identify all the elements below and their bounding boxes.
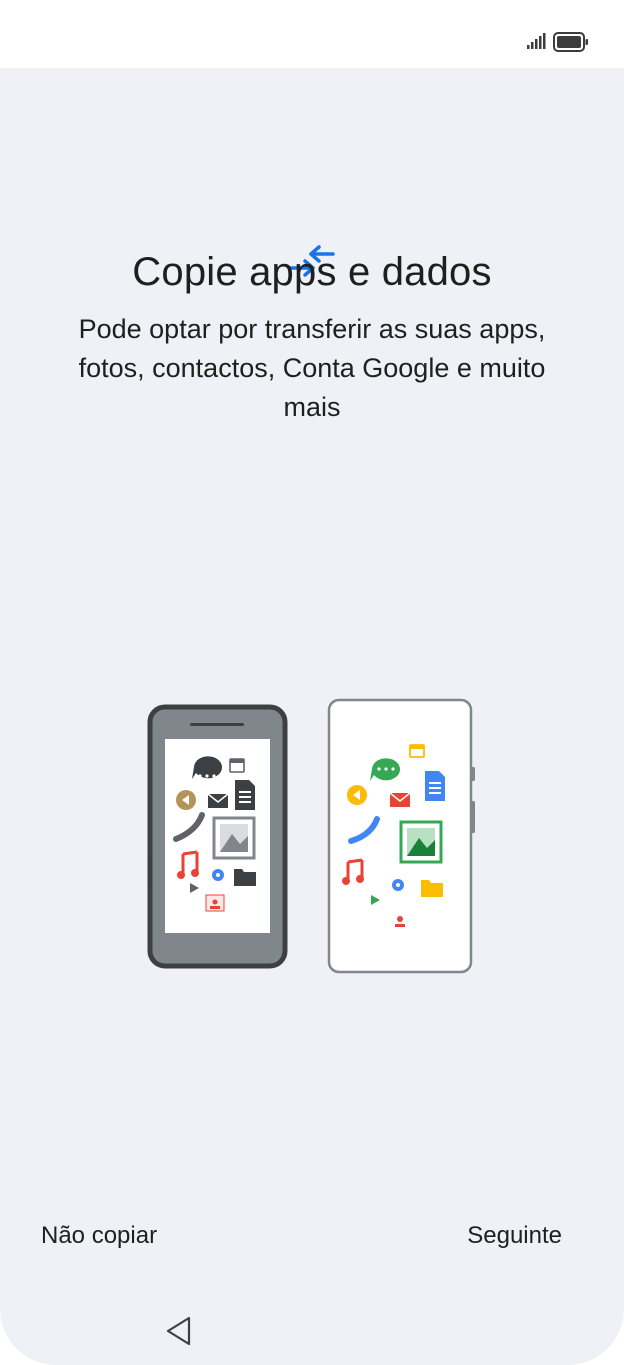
next-button[interactable]: Seguinte [467,1218,562,1254]
setup-sheet: Copie apps e dados Pode optar por transf… [0,68,624,1365]
back-triangle-icon[interactable] [165,1316,193,1346]
old-phone [147,704,288,969]
status-bar [0,0,624,68]
skip-copy-button[interactable]: Não copiar [41,1218,157,1254]
signal-icon [527,33,546,49]
two-phones-transfer-illustration [147,698,475,974]
battery-icon [553,32,588,52]
page-title: Copie apps e dados [132,250,492,294]
new-phone [327,698,475,974]
page-subtitle: Pode optar por transferir as suas apps, … [78,314,546,422]
